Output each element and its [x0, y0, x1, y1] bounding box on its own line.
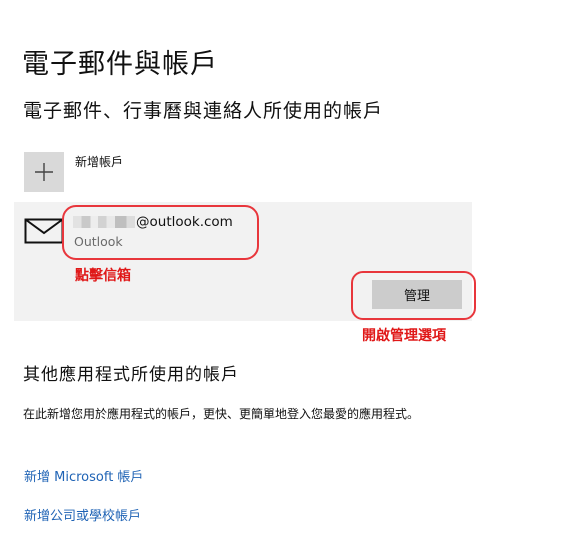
section-title: 電子郵件、行事曆與連絡人所使用的帳戶: [23, 100, 384, 122]
page-title: 電子郵件與帳戶: [22, 49, 218, 80]
manage-annotation: 開啟管理選項: [362, 328, 446, 344]
add-account-button[interactable]: [24, 152, 64, 192]
plus-icon: [35, 163, 53, 181]
add-account-label[interactable]: 新增帳戶: [75, 153, 123, 170]
mailbox-highlight: [62, 205, 259, 260]
add-work-school-account-link[interactable]: 新增公司或學校帳戶: [24, 505, 141, 524]
add-microsoft-account-link[interactable]: 新增 Microsoft 帳戶: [24, 466, 143, 485]
manage-highlight: [351, 271, 476, 320]
mail-envelope-icon: [24, 218, 64, 244]
other-apps-title: 其他應用程式所使用的帳戶: [23, 365, 239, 385]
mailbox-annotation: 點擊信箱: [75, 268, 131, 284]
other-apps-description: 在此新增您用於應用程式的帳戶，更快、更簡單地登入您最愛的應用程式。: [23, 407, 420, 421]
